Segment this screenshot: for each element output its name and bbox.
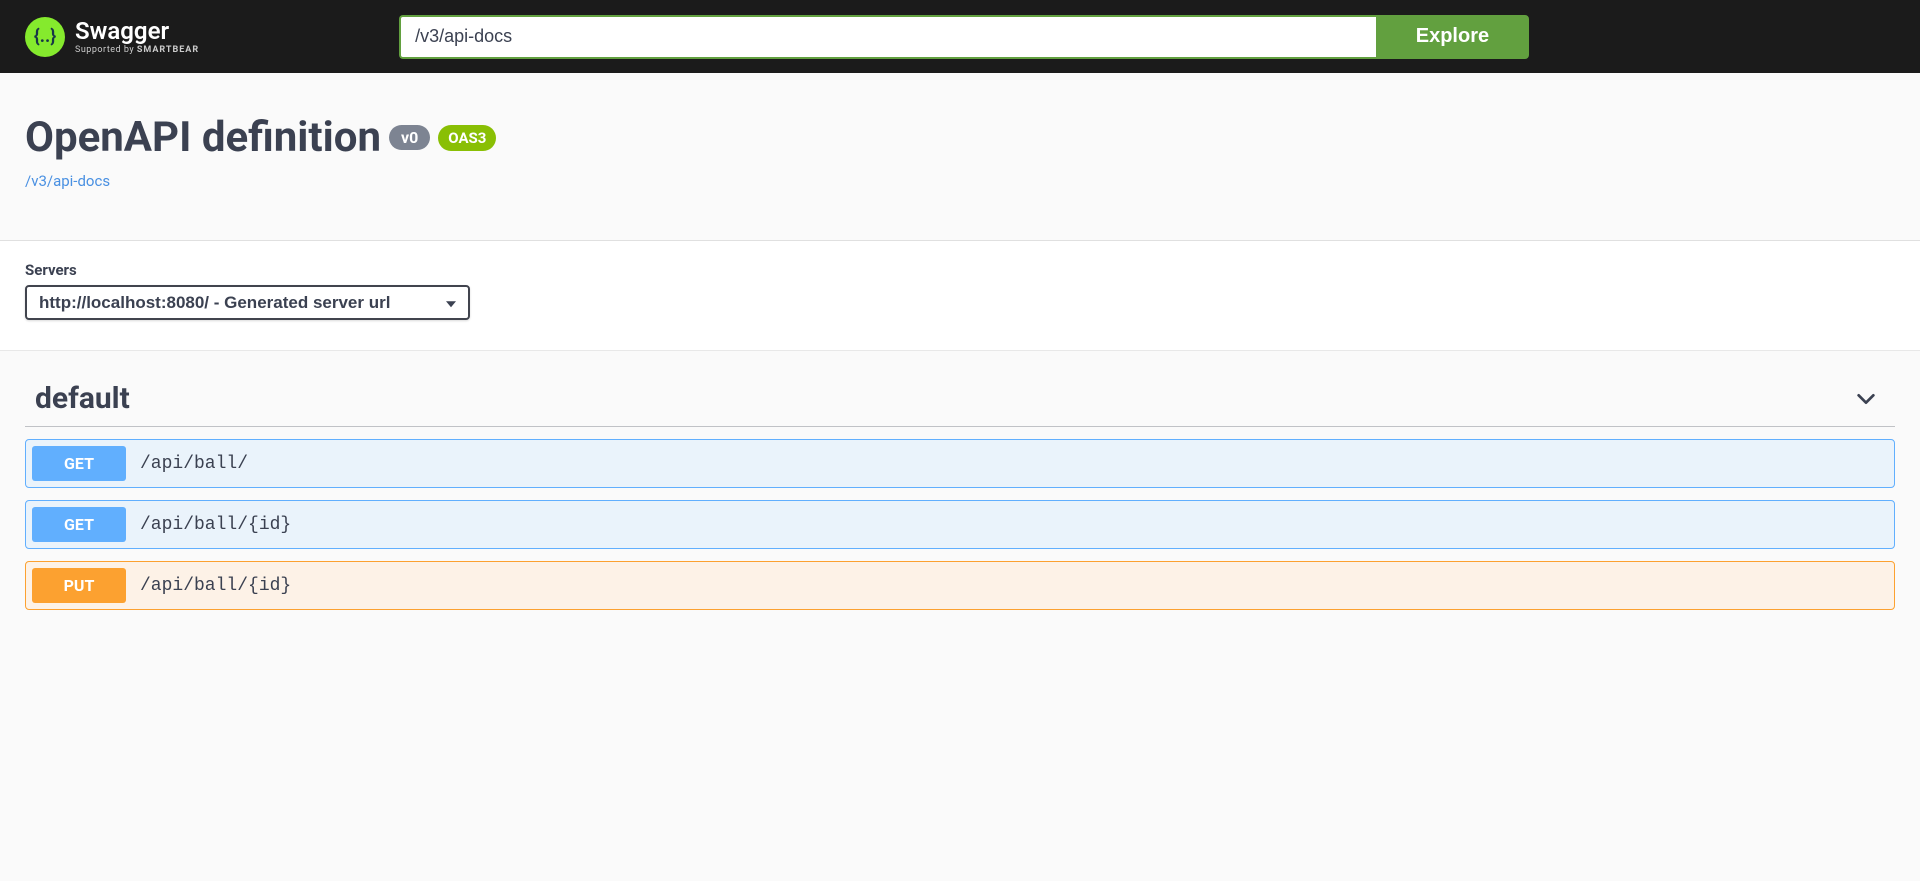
operation-path: /api/ball/{id}	[140, 515, 291, 535]
explore-button[interactable]: Explore	[1376, 15, 1529, 59]
spec-url-input[interactable]	[399, 15, 1376, 59]
spec-url-form: Explore	[399, 15, 1529, 59]
api-title-text: OpenAPI definition	[25, 113, 381, 162]
operation-row[interactable]: GET/api/ball/{id}	[25, 500, 1895, 549]
operation-row[interactable]: GET/api/ball/	[25, 439, 1895, 488]
version-badge: v0	[389, 125, 430, 150]
oas-badge: OAS3	[438, 125, 496, 151]
api-docs-link[interactable]: /v3/api-docs	[25, 172, 110, 190]
method-badge: GET	[32, 446, 126, 481]
operation-row[interactable]: PUT/api/ball/{id}	[25, 561, 1895, 610]
topbar: {..} Swagger Supported by SMARTBEAR Expl…	[0, 0, 1920, 73]
chevron-down-icon	[1855, 388, 1877, 410]
method-badge: GET	[32, 507, 126, 542]
logo-subtext: Supported by SMARTBEAR	[75, 45, 199, 55]
method-badge: PUT	[32, 568, 126, 603]
operations-list: GET/api/ball/GET/api/ball/{id}PUT/api/ba…	[25, 439, 1895, 610]
logo-text: Swagger	[75, 19, 199, 43]
operations-section: default GET/api/ball/GET/api/ball/{id}PU…	[0, 351, 1920, 642]
api-title: OpenAPI definition v0 OAS3	[25, 113, 1895, 162]
servers-section: Servers http://localhost:8080/ - Generat…	[0, 241, 1920, 351]
tag-header[interactable]: default	[25, 381, 1895, 427]
info-section: OpenAPI definition v0 OAS3 /v3/api-docs	[0, 73, 1920, 241]
servers-select[interactable]: http://localhost:8080/ - Generated serve…	[25, 285, 470, 320]
swagger-logo-icon: {..}	[25, 17, 65, 57]
operation-path: /api/ball/{id}	[140, 576, 291, 596]
tag-name: default	[25, 381, 130, 416]
servers-label: Servers	[25, 261, 1895, 279]
swagger-logo[interactable]: {..} Swagger Supported by SMARTBEAR	[25, 17, 199, 57]
operation-path: /api/ball/	[140, 454, 248, 474]
